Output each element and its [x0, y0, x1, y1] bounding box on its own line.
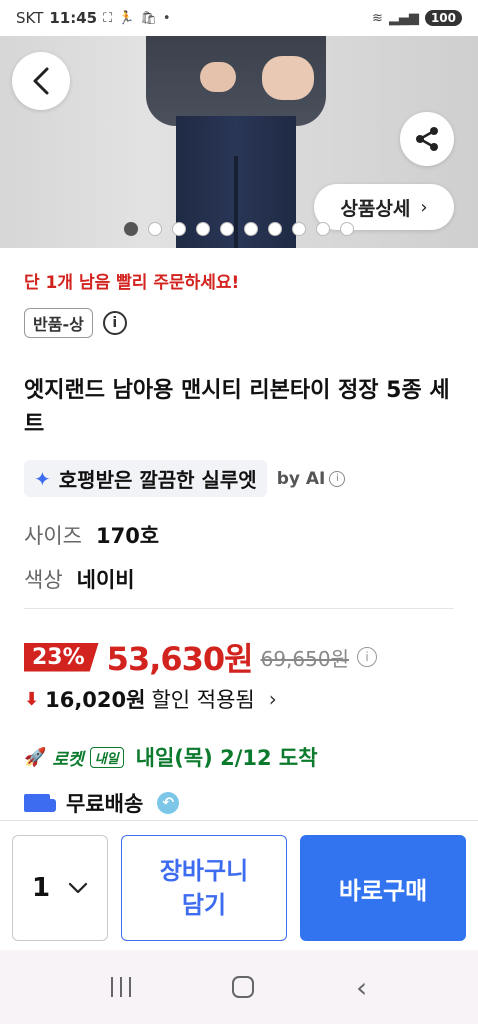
discount-amount: 16,020원: [45, 688, 146, 712]
recents-icon-bar: [128, 977, 131, 997]
hand-shape-left: [200, 62, 236, 92]
carousel-dot[interactable]: [172, 222, 186, 236]
battery-indicator: 100: [424, 10, 462, 26]
color-label: 색상: [24, 568, 63, 592]
rocket-label: 로켓: [52, 749, 84, 770]
screenshot-icon: ⛶: [103, 10, 113, 26]
recents-button[interactable]: [110, 977, 131, 997]
naeil-badge: 내일: [89, 746, 124, 768]
home-button[interactable]: [232, 976, 255, 998]
color-value: 네이비: [76, 568, 135, 592]
sale-price: 53,630원: [106, 640, 254, 678]
carousel-indicator[interactable]: [124, 222, 354, 236]
return-icon[interactable]: ↶: [157, 792, 180, 814]
share-icon: [416, 127, 438, 151]
divider: [24, 608, 454, 609]
recents-icon: [110, 977, 113, 997]
ai-summary-chip[interactable]: ✦ 호평받은 깔끔한 실루엣: [24, 460, 267, 497]
quantity-value: 1: [31, 873, 51, 903]
discount-badge: 23%: [24, 642, 99, 672]
carousel-dot[interactable]: [244, 222, 258, 236]
clock: 11:45: [49, 9, 98, 27]
size-value: 170호: [95, 524, 160, 548]
signal-icon: ▂▄▆: [388, 10, 419, 26]
share-button[interactable]: [400, 112, 454, 166]
free-shipping-row: 무료배송 ↶: [24, 788, 180, 818]
carousel-dot[interactable]: [340, 222, 354, 236]
add-to-cart-button[interactable]: 장바구니 담기: [121, 835, 287, 941]
carousel-dot[interactable]: [316, 222, 330, 236]
ai-info-icon[interactable]: i: [329, 470, 346, 487]
price-row: 23% 53,630원 69,650원 i: [24, 634, 377, 680]
buy-now-label: 바로구매: [338, 876, 428, 905]
cart-label-line1: 장바구니: [159, 857, 249, 885]
info-icon[interactable]: i: [102, 311, 127, 335]
wifi-icon: ≋: [372, 10, 383, 26]
chevron-left-icon: [33, 67, 49, 95]
carousel-dot[interactable]: [292, 222, 306, 236]
carrier-label: SKT: [16, 9, 44, 27]
chevron-down-icon: [68, 882, 88, 894]
back-button[interactable]: [12, 52, 70, 110]
rocket-icon: 🚀: [24, 746, 47, 768]
bag-icon: 🛍: [140, 10, 157, 26]
carousel-dot[interactable]: [196, 222, 210, 236]
hand-shape-right: [262, 56, 314, 100]
notification-icons: ⛶ 🏃 🛍 •: [103, 11, 170, 26]
ai-attribution: by AI i: [277, 469, 346, 489]
delivery-row: 🚀 로켓 내일 내일(목) 2/12 도착: [24, 742, 318, 772]
system-back-button[interactable]: ‹: [356, 971, 367, 1004]
product-detail-label: 상품상세: [340, 197, 411, 220]
dot-icon: •: [162, 10, 171, 26]
truck-icon: [24, 794, 56, 812]
carousel-dot[interactable]: [220, 222, 234, 236]
ai-summary-text: 호평받은 깔끔한 실루엣: [58, 468, 257, 492]
carousel-dot[interactable]: [148, 222, 162, 236]
free-shipping-text: 무료배송: [66, 792, 144, 816]
grade-row: 반품-상 i: [24, 308, 127, 338]
cart-label-line2: 담기: [181, 891, 227, 919]
ai-attribution-text: by AI: [276, 468, 326, 489]
recents-icon-bar: [119, 977, 122, 997]
ai-summary-row: ✦ 호평받은 깔끔한 실루엣 by AI i: [24, 460, 346, 497]
return-grade-badge: 반품-상: [24, 308, 93, 338]
running-icon: 🏃: [118, 10, 135, 26]
chevron-right-icon: ›: [420, 196, 428, 218]
product-title: 엣지랜드 남아용 맨시티 리본타이 정장 5종 세트: [24, 378, 450, 437]
system-nav-bar: ‹: [0, 950, 478, 1024]
buy-now-button[interactable]: 바로구매: [300, 835, 466, 941]
quantity-select[interactable]: 1: [12, 835, 108, 941]
discount-applied-row[interactable]: ⬇ 16,020원 할인 적용됨 ›: [24, 684, 277, 714]
arrival-text: 내일(목) 2/12 도착: [135, 746, 318, 770]
price-info-icon[interactable]: i: [357, 647, 377, 667]
carousel-dot[interactable]: [268, 222, 282, 236]
original-price: 69,650원: [260, 646, 349, 671]
discount-applied-text: 할인 적용됨: [151, 688, 255, 712]
size-label: 사이즈: [24, 524, 82, 548]
option-size: 사이즈 170호: [24, 520, 159, 550]
sparkle-icon: ✦: [34, 466, 51, 491]
chevron-right-icon: ›: [268, 687, 277, 711]
carousel-dot[interactable]: [124, 222, 138, 236]
option-color: 색상 네이비: [24, 564, 135, 594]
purchase-action-bar: 1 장바구니 담기 바로구매: [0, 820, 478, 950]
down-arrow-icon: ⬇: [24, 688, 40, 710]
stock-urgency-text: 단 1개 남음 빨리 주문하세요!: [24, 273, 240, 293]
status-bar: SKT 11:45 ⛶ 🏃 🛍 • ≋ ▂▄▆ 100: [0, 0, 478, 36]
